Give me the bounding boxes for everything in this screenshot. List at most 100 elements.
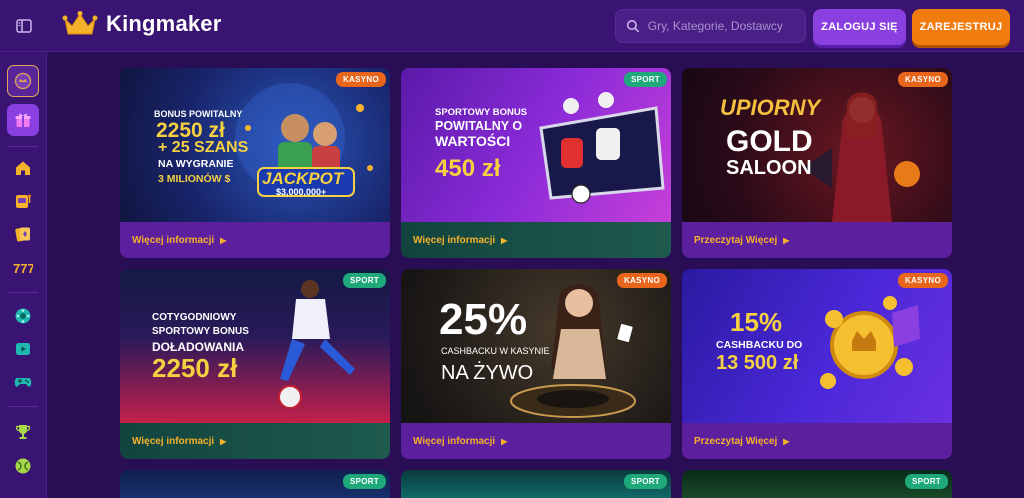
kingmaker-coin-button[interactable]: [7, 65, 39, 97]
category-badge: KASYNO: [897, 273, 948, 288]
menu-icon[interactable]: [14, 16, 34, 36]
more-info-link[interactable]: Więcej informacji ▶: [120, 222, 390, 258]
promo-card-weekly-sport[interactable]: COTYGODNIOWY SPORTOWY BONUS DOŁADOWANIA …: [120, 269, 390, 459]
promo-title: SALOON: [726, 157, 812, 179]
promo-card-gold-saloon[interactable]: UPIORNY GOLD SALOON KASYNO Przeczytaj Wi…: [682, 68, 952, 258]
sidebar-divider: [8, 146, 38, 147]
promo-line: SPORTOWY BONUS: [152, 326, 249, 337]
arrow-right-icon: ▶: [501, 436, 508, 446]
category-badge: SPORT: [623, 72, 667, 87]
read-more-label: Przeczytaj Więcej: [694, 234, 778, 246]
logo-text: Kingmaker: [106, 11, 222, 36]
sidebar-item-lucky[interactable]: 777: [13, 257, 33, 277]
promo-line: CASHBACKU DO: [716, 339, 803, 351]
promo-amount: 13 500 zł: [716, 352, 799, 374]
video-icon: [16, 343, 30, 355]
promo-banner: 25% CASHBACKU W KASYNIE NA ŻYWO KASYNO: [401, 269, 671, 423]
search-input[interactable]: [647, 19, 805, 33]
promo-line: DOŁADOWANIA: [152, 340, 244, 354]
promo-percentage: 25%: [439, 295, 528, 344]
sidebar-item-live-casino[interactable]: [13, 224, 33, 244]
category-badge: SPORT: [342, 474, 386, 489]
category-badge: SPORT: [623, 474, 667, 489]
promo-line: WARTOŚCI: [435, 133, 511, 149]
jackpot-label: JACKPOT: [262, 169, 344, 188]
more-info-label: Więcej informacji: [132, 234, 215, 246]
svg-text:777: 777: [13, 261, 33, 276]
logo[interactable]: Kingmaker: [62, 10, 222, 38]
promo-card-sport[interactable]: SPORT: [401, 470, 671, 498]
promo-line: COTYGODNIOWY: [152, 312, 237, 323]
category-badge: KASYNO: [897, 72, 948, 87]
crown-icon: [62, 11, 98, 35]
category-badge: KASYNO: [616, 273, 667, 288]
gamepad-icon: [14, 378, 32, 387]
promo-banner: SPORTOWY BONUS POWITALNY O WARTOŚCI 450 …: [401, 68, 671, 222]
search-icon: [626, 20, 640, 33]
promo-line: 3 MILIONÓW $: [158, 173, 231, 185]
sidebar-item-gameshow[interactable]: [13, 306, 33, 326]
promo-line: CASHBACKU W KASYNIE: [441, 346, 550, 356]
banner-art: [802, 92, 920, 222]
gift-icon: [15, 113, 31, 127]
kingmaker-coin-icon: [14, 72, 32, 90]
promo-line: POWITALNY O: [435, 119, 523, 133]
home-icon: [16, 161, 30, 175]
register-button[interactable]: ZAREJESTRUJ: [912, 9, 1010, 45]
more-info-label: Więcej informacji: [413, 234, 496, 246]
promo-line: UPIORNY: [720, 95, 821, 120]
jackpot-amount: $3,000,000+: [276, 187, 327, 197]
arrow-right-icon: ▶: [783, 235, 790, 245]
promo-card-sport[interactable]: SPORT: [682, 470, 952, 498]
more-info-link[interactable]: Więcej informacji ▶: [401, 222, 671, 258]
top-header: Kingmaker ZALOGUJ SIĘ ZAREJESTRUJ: [0, 0, 1024, 52]
sidebar-item-games[interactable]: [13, 372, 33, 392]
promo-card-live-cashback[interactable]: 25% CASHBACKU W KASYNIE NA ŻYWO KASYNO W…: [401, 269, 671, 459]
promo-title: GOLD: [726, 125, 813, 158]
more-info-label: Więcej informacji: [413, 435, 496, 447]
promo-banner: UPIORNY GOLD SALOON KASYNO: [682, 68, 952, 222]
read-more-link[interactable]: Przeczytaj Więcej ▶: [682, 423, 952, 459]
more-info-link[interactable]: Więcej informacji ▶: [120, 423, 390, 459]
more-info-link[interactable]: Więcej informacji ▶: [401, 423, 671, 459]
promo-banner: COTYGODNIOWY SPORTOWY BONUS DOŁADOWANIA …: [120, 269, 390, 423]
gift-button[interactable]: [7, 104, 39, 136]
arrow-right-icon: ▶: [501, 235, 508, 245]
promo-line: NA ŻYWO: [441, 362, 534, 384]
promo-card-welcome-casino[interactable]: BONUS POWITALNY 2250 zł + 25 SZANS NA WY…: [120, 68, 390, 258]
promo-amount: 2250 zł: [152, 353, 238, 383]
category-badge: SPORT: [904, 474, 948, 489]
category-badge: KASYNO: [335, 72, 386, 87]
slot-machine-icon: [16, 194, 31, 208]
category-badge: SPORT: [342, 273, 386, 288]
promo-line: SPORTOWY BONUS: [435, 107, 528, 118]
promo-card-welcome-sport[interactable]: SPORTOWY BONUS POWITALNY O WARTOŚCI 450 …: [401, 68, 671, 258]
sidebar-item-sport[interactable]: [13, 456, 33, 476]
live-cards-icon: [15, 227, 30, 242]
promo-banner: BONUS POWITALNY 2250 zł + 25 SZANS NA WY…: [120, 68, 390, 222]
read-more-link[interactable]: Przeczytaj Więcej ▶: [682, 222, 952, 258]
sidebar-item-video[interactable]: [13, 339, 33, 359]
promo-card-sport[interactable]: SPORT: [120, 470, 390, 498]
arrow-right-icon: ▶: [783, 436, 790, 446]
lucky-777-icon: 777: [13, 261, 33, 276]
search-bar[interactable]: [615, 9, 806, 43]
promo-line: + 25 SZANS: [158, 139, 249, 156]
sidebar-item-slots[interactable]: [13, 191, 33, 211]
login-button[interactable]: ZALOGUJ SIĘ: [813, 9, 906, 45]
arrow-right-icon: ▶: [220, 235, 227, 245]
promo-banner: 15% CASHBACKU DO 13 500 zł KASYNO: [682, 269, 952, 423]
promo-percentage: 15%: [730, 307, 783, 337]
trophy-icon: [15, 425, 31, 439]
promo-banner: SPORT: [682, 470, 952, 498]
promo-banner: SPORT: [401, 470, 671, 498]
sport-icon: [15, 458, 31, 474]
promo-amount: 450 zł: [435, 155, 501, 182]
sidebar-item-home[interactable]: [13, 158, 33, 178]
sidebar: 777: [0, 52, 47, 498]
sidebar-item-tournaments[interactable]: [13, 422, 33, 442]
promo-line: NA WYGRANIE: [158, 158, 234, 170]
arrow-right-icon: ▶: [220, 436, 227, 446]
more-info-label: Więcej informacji: [132, 435, 215, 447]
promo-card-cashback[interactable]: 15% CASHBACKU DO 13 500 zł KASYNO Przecz…: [682, 269, 952, 459]
